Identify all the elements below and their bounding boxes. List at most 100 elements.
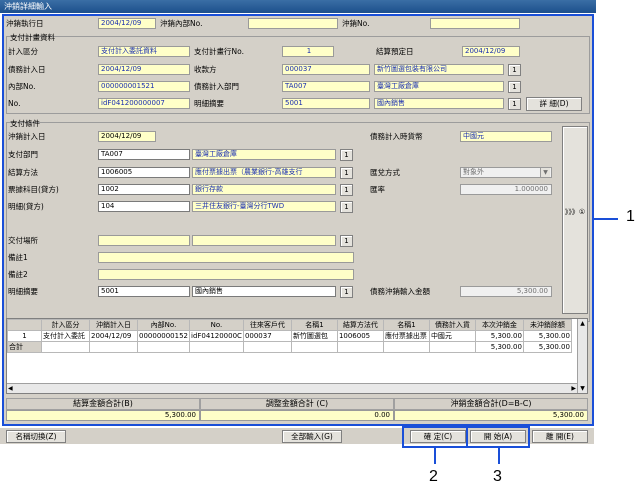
pay-dept-lookup-button[interactable]: 1 (340, 149, 353, 161)
callout-line-1 (594, 218, 618, 220)
column-header[interactable]: 未沖銷餘額 (522, 319, 572, 331)
scroll-left-icon[interactable]: ◀ (8, 384, 13, 393)
debt-dept-label: 債務計入部門 (194, 82, 239, 91)
column-header[interactable]: 內部No. (137, 319, 190, 331)
debt-dept-lookup-button[interactable]: 1 (508, 81, 521, 93)
pay-detail-code-field[interactable]: 104 (98, 201, 190, 212)
exchange-select[interactable]: 對象外 ▼ (460, 167, 552, 178)
row-number-header (7, 319, 42, 331)
place-name-field (192, 235, 336, 246)
close-button[interactable]: 離 開(E) (532, 430, 588, 443)
amount-label: 債務沖銷輸入金額 (370, 287, 430, 296)
table-row[interactable]: 1 支付計入委託 2004/12/09 00000000152 idF04120… (7, 330, 572, 342)
plan-detail-name-field: 國內銷售 (374, 98, 504, 109)
debt-dept-name-field: 臺灣工廠倉庫 (374, 81, 504, 92)
no-label: 沖銷No. (342, 19, 370, 28)
detail-grid[interactable]: 計入區分 沖銷計入日 內部No. No. 往來客戶代 名稱1 結算方法代 名稱1… (6, 318, 588, 394)
input-all-button[interactable]: 全部輸入(G) (282, 430, 342, 443)
column-header[interactable]: 計入區分 (41, 319, 90, 331)
remark2-field[interactable] (98, 269, 354, 280)
place-lookup-button[interactable]: 1 (340, 235, 353, 247)
column-header[interactable]: 沖銷計入日 (89, 319, 138, 331)
payee-name-field: 新竹圖選包裝有限公司 (374, 64, 504, 75)
debt-dept-code-field[interactable]: TA007 (282, 81, 370, 92)
scroll-down-icon[interactable]: ▼ (578, 384, 587, 393)
settle-date-field[interactable]: 2004/12/09 (462, 46, 520, 57)
method-lookup-button[interactable]: 1 (340, 167, 353, 179)
plan-row-field[interactable]: 1 (282, 46, 334, 57)
pay-dept-name-field: 臺灣工廠倉庫 (192, 149, 336, 160)
account-code-field[interactable]: 1002 (98, 184, 190, 195)
pay-detail-name-field: 三井住友銀行-臺灣分行TWD (192, 201, 336, 212)
total-remaining: 5,300.00 (522, 341, 572, 353)
callout-number-3: 3 (493, 468, 502, 485)
payee-lookup-button[interactable]: 1 (508, 64, 521, 76)
payee-label: 收款方 (194, 65, 217, 74)
table-cell: 中國元 (428, 330, 476, 342)
detail-button[interactable]: 詳 細(D) (526, 97, 582, 111)
summary-label: 明細摘要 (8, 287, 38, 296)
payee-code-field[interactable]: 000037 (282, 64, 370, 75)
account-name-field: 銀行存款 (192, 184, 336, 195)
column-header[interactable]: 名稱1 (290, 319, 338, 331)
adjust-total-value: 0.00 (200, 410, 394, 421)
offset-total-label: 沖銷金額合計(D=B-C) (394, 398, 588, 410)
remark1-field[interactable] (98, 252, 354, 263)
plan-internal-no-field[interactable]: 000000001521 (98, 81, 190, 92)
plan-detail-lookup-button[interactable]: 1 (508, 98, 521, 110)
exec-date-label: 沖銷執行日 (6, 19, 44, 28)
plan-detail-label: 明細摘要 (194, 99, 224, 108)
column-header[interactable]: 結算方法代 (336, 319, 384, 331)
column-header[interactable]: 債務計入貨 (428, 319, 476, 331)
rate-label: 匯率 (370, 185, 385, 194)
plan-no-field[interactable]: idF041200000007 (98, 98, 190, 109)
currency-label: 債務計入時貨幣 (370, 132, 423, 141)
column-header[interactable]: 名稱1 (382, 319, 430, 331)
plan-row-label: 支付計畫行No. (194, 47, 244, 56)
rate-field[interactable]: 1.000000 (460, 184, 552, 195)
column-header[interactable]: No. (189, 319, 244, 331)
row-number: 1 (7, 330, 42, 342)
plan-detail-code-field[interactable]: 5001 (282, 98, 370, 109)
summary-lookup-button[interactable]: 1 (340, 286, 353, 298)
pay-detail-lookup-button[interactable]: 1 (340, 201, 353, 213)
total-current: 5,300.00 (474, 341, 524, 353)
internal-no-field[interactable] (248, 18, 338, 29)
horizontal-scrollbar[interactable]: ◀ ▶ (7, 383, 577, 393)
exchange-select-value: 對象外 (463, 168, 484, 176)
exec-date-field[interactable]: 2004/12/09 (98, 18, 156, 29)
category-field[interactable]: 支付計入委託資料 (98, 46, 190, 57)
adjust-total-label: 調整金額合計 (C) (200, 398, 394, 410)
remark2-label: 備註2 (8, 270, 28, 279)
name-switch-button[interactable]: 名稱切換(Z) (6, 430, 66, 443)
amount-field[interactable]: 5,300.00 (460, 286, 552, 297)
plan-no-label: No. (8, 99, 21, 108)
callout-line-3 (498, 448, 500, 464)
summary-code-field[interactable]: 5001 (98, 286, 190, 297)
debt-date-field[interactable]: 2004/12/09 (98, 64, 190, 75)
account-lookup-button[interactable]: 1 (340, 184, 353, 196)
pay-date-field[interactable]: 2004/12/09 (98, 131, 156, 142)
summary-name-field[interactable]: 國內銷售 (192, 286, 336, 297)
callout-divider (466, 426, 468, 448)
column-header[interactable]: 往來客戶代 (242, 319, 292, 331)
column-header[interactable]: 本次沖銷金 (474, 319, 524, 331)
no-field[interactable] (430, 18, 520, 29)
table-cell: 新竹圖選包 (290, 330, 338, 342)
callout-line-2 (434, 448, 436, 464)
table-header-row: 計入區分 沖銷計入日 內部No. No. 往來客戶代 名稱1 結算方法代 名稱1… (7, 319, 572, 331)
pay-dept-code-field[interactable]: TA007 (98, 149, 190, 160)
place-code-field[interactable] (98, 235, 190, 246)
table-cell: 應付票據出票 (382, 330, 430, 342)
table-total-row: 合計 5,300.00 5,300.00 (7, 341, 572, 353)
pay-section-label: 支付條件 (10, 119, 40, 128)
vertical-scrollbar[interactable]: ▲ ▼ (577, 319, 587, 393)
window-title: 沖銷詳細輸入 (0, 0, 596, 13)
chevron-down-icon[interactable]: ▼ (540, 168, 550, 177)
method-code-field[interactable]: 1006005 (98, 167, 190, 178)
scroll-up-icon[interactable]: ▲ (578, 319, 587, 328)
internal-no-label: 沖銷內部No. (160, 19, 203, 28)
remark1-label: 備註1 (8, 253, 28, 262)
scroll-right-icon[interactable]: ▶ (571, 384, 576, 393)
expand-side-button[interactable]: 》》》① (562, 126, 588, 314)
